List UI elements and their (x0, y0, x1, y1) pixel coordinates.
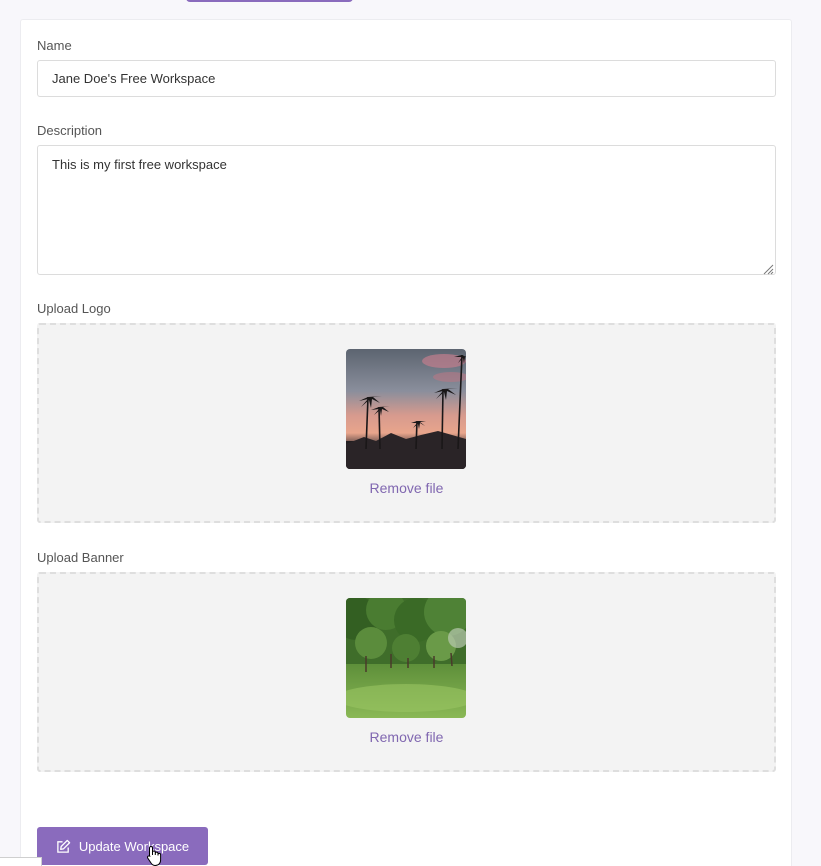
upload-logo-label: Upload Logo (37, 301, 111, 316)
workspace-settings-card: Name Description This is my first free w… (20, 19, 792, 866)
resize-handle-icon[interactable] (762, 262, 774, 275)
update-workspace-button[interactable]: Update Workspace (37, 827, 208, 865)
name-label: Name (37, 38, 72, 53)
remove-logo-link[interactable]: Remove file (39, 480, 774, 496)
logo-preview-image (346, 349, 466, 469)
remove-banner-link[interactable]: Remove file (39, 729, 774, 745)
upload-banner-label: Upload Banner (37, 550, 124, 565)
name-input[interactable] (37, 60, 776, 97)
logo-dropzone[interactable]: Remove file (37, 323, 776, 523)
description-wrapper: This is my first free workspace (21, 145, 791, 275)
description-label: Description (37, 123, 103, 138)
tooltip-fragment (0, 857, 42, 866)
hand-cursor-icon (146, 845, 164, 866)
update-workspace-label: Update Workspace (78, 838, 190, 854)
green-park-trees-photo-icon (346, 598, 466, 718)
top-tab-button-fragment[interactable] (186, 0, 353, 2)
edit-icon (56, 839, 71, 854)
description-textarea[interactable]: This is my first free workspace (37, 145, 776, 275)
banner-preview-image (346, 598, 466, 718)
sunset-palm-trees-photo-icon (346, 349, 466, 469)
banner-dropzone[interactable]: Remove file (37, 572, 776, 772)
